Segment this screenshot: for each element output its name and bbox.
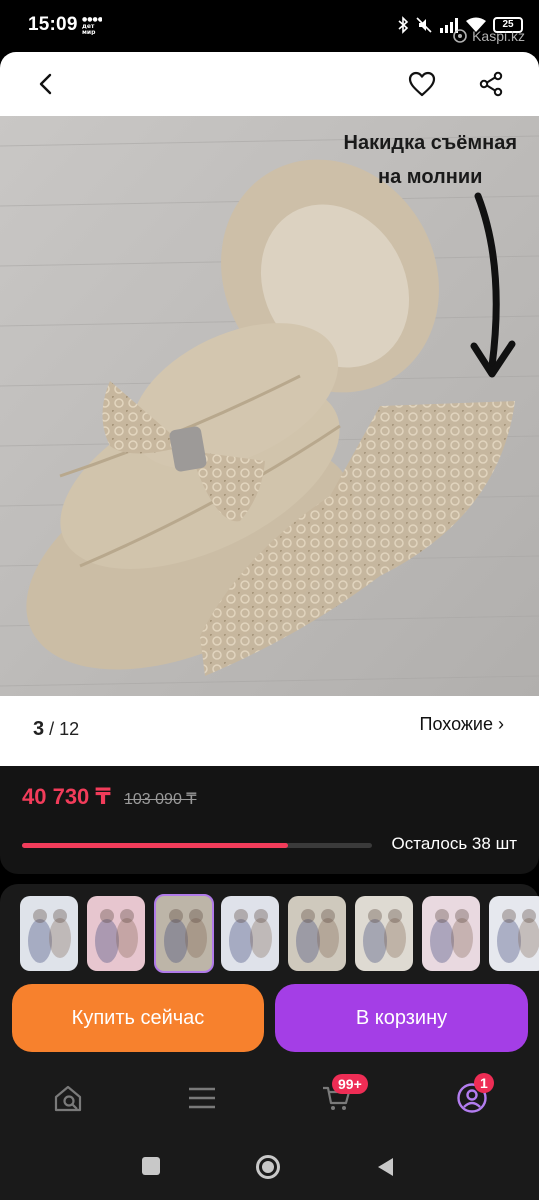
current-image-index: 3 bbox=[33, 718, 45, 740]
price-panel: 40 730 ₸ 103 090 ₸ Осталось 38 шт bbox=[0, 766, 539, 874]
home-circle-icon[interactable] bbox=[255, 1154, 281, 1180]
back-triangle-icon[interactable] bbox=[375, 1156, 395, 1178]
watermark-text: Kaspi.kz bbox=[472, 28, 525, 44]
detmir-notification-icon: ●●●● дет мир bbox=[82, 15, 103, 36]
thumbnail-strip bbox=[20, 894, 539, 974]
back-arrow-icon bbox=[39, 73, 52, 95]
thumbnail-image bbox=[229, 909, 272, 963]
thumbnail-image bbox=[363, 909, 406, 963]
nav-catalog[interactable] bbox=[172, 1068, 232, 1128]
add-to-cart-button[interactable]: В корзину bbox=[275, 984, 528, 1052]
recent-apps-icon[interactable] bbox=[141, 1156, 161, 1176]
favorite-button[interactable] bbox=[400, 62, 444, 106]
nav-home[interactable] bbox=[38, 1068, 98, 1128]
thumbnail-image bbox=[28, 909, 71, 963]
thumb-3[interactable] bbox=[154, 894, 214, 973]
product-photo[interactable]: Накидка съёмная на молнии bbox=[0, 116, 539, 696]
product-header bbox=[0, 52, 539, 116]
thumb-7[interactable] bbox=[422, 896, 480, 971]
share-icon bbox=[479, 71, 503, 97]
image-counter: 3 / 12 bbox=[33, 718, 79, 741]
stock-progress-fill bbox=[22, 843, 288, 848]
menu-icon bbox=[189, 1087, 215, 1109]
thumbnail-image bbox=[296, 909, 339, 963]
nav-cart[interactable]: 99+ bbox=[306, 1068, 368, 1128]
home-search-icon bbox=[54, 1085, 82, 1112]
nav-profile[interactable]: 1 bbox=[442, 1068, 502, 1128]
status-time: 15:09 bbox=[28, 14, 78, 35]
heart-icon bbox=[408, 71, 436, 97]
caption-line-1: Накидка съёмная bbox=[343, 132, 518, 154]
svg-text:мир: мир bbox=[82, 29, 96, 35]
svg-text:●●●●: ●●●● bbox=[82, 16, 102, 23]
old-price: 103 090 ₸ bbox=[124, 791, 197, 808]
total-images: / 12 bbox=[49, 719, 80, 739]
similar-link[interactable]: Похожие › bbox=[420, 714, 504, 735]
remaining-stock: Осталось 38 шт bbox=[391, 834, 517, 853]
thumbnail-image bbox=[497, 909, 539, 963]
thumb-2[interactable] bbox=[87, 896, 145, 971]
envelope-product-image bbox=[0, 116, 539, 696]
thumb-6[interactable] bbox=[355, 896, 413, 971]
gallery-footer: 3 / 12 Похожие › bbox=[0, 696, 539, 766]
profile-badge: 1 bbox=[474, 1073, 494, 1093]
thumbnail-image bbox=[430, 909, 473, 963]
thumbnail-image bbox=[164, 909, 207, 963]
mute-icon bbox=[415, 16, 433, 34]
cart-badge: 99+ bbox=[332, 1074, 368, 1094]
share-button[interactable] bbox=[469, 62, 513, 106]
thumb-5[interactable] bbox=[288, 896, 346, 971]
back-button[interactable] bbox=[24, 62, 68, 106]
caption-line-2: на молнии bbox=[378, 166, 483, 188]
kaspi-watermark: Kaspi.kz bbox=[452, 28, 525, 44]
thumb-1[interactable] bbox=[20, 896, 78, 971]
thumb-8[interactable] bbox=[489, 896, 539, 971]
stock-progress-bar bbox=[22, 843, 372, 848]
photo-caption: Накидка съёмная на молнии bbox=[344, 126, 518, 194]
bottom-panel: Купить сейчас В корзину 99+ 1 bbox=[0, 884, 539, 1200]
system-navigation-bar bbox=[0, 1134, 539, 1200]
bluetooth-icon bbox=[397, 16, 409, 34]
buy-now-button[interactable]: Купить сейчас bbox=[12, 984, 264, 1052]
bottom-navigation: 99+ 1 bbox=[0, 1068, 539, 1128]
thumb-4[interactable] bbox=[221, 896, 279, 971]
current-price: 40 730 ₸ bbox=[22, 784, 111, 809]
thumbnail-image bbox=[95, 909, 138, 963]
status-bar: 15:09 ●●●● дет мир 25 Kaspi.kz bbox=[0, 0, 539, 52]
